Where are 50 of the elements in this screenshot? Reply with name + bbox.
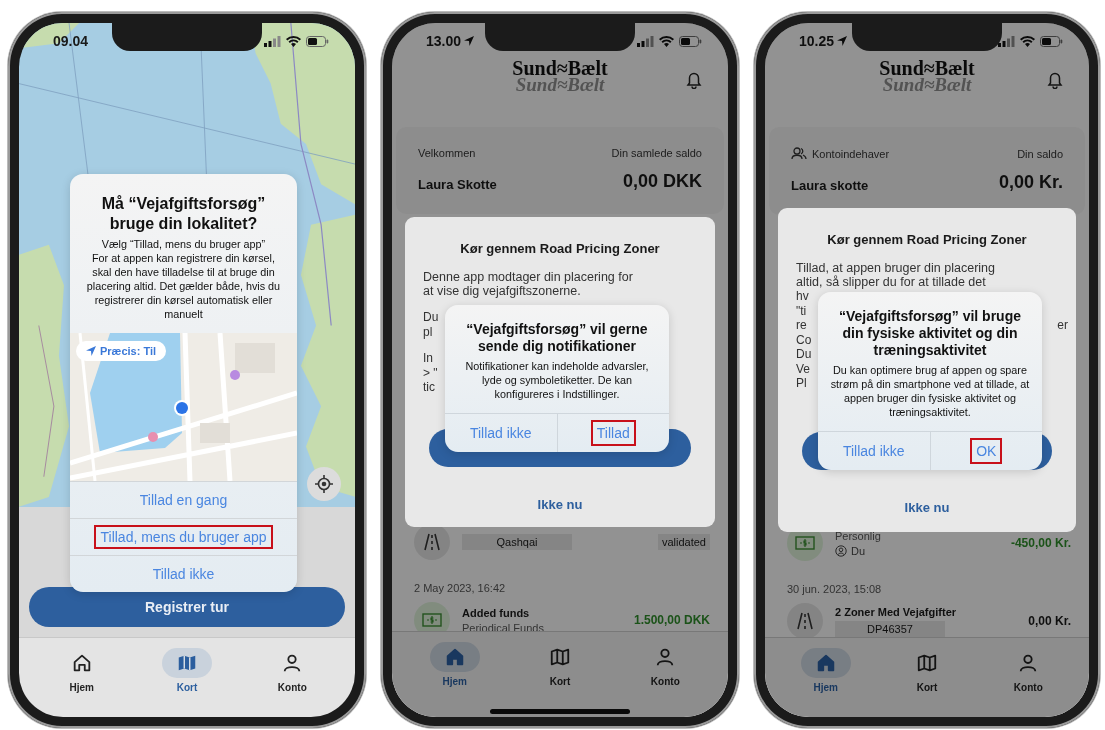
sheet-title: Kør gennem Road Pricing Zoner: [826, 232, 1028, 247]
transaction-title: Added funds: [462, 606, 530, 619]
sheet-text: at vise dig vejafgiftszonerne.: [423, 284, 582, 298]
sheet-text: Denne app modtager din placering for: [423, 270, 634, 284]
sheet-text: hv: [796, 289, 809, 304]
transaction-amount: 0,00 Kr.: [1028, 614, 1071, 628]
vehicle-tag: Qashqai: [462, 534, 572, 550]
person-name: Du: [851, 544, 866, 557]
transaction-amount: -450,00 Kr.: [1010, 536, 1071, 550]
alert-title: “Vejafgiftsforsøg” vil bruge din fysiske aktivitet og din træningsaktivitet: [838, 307, 1022, 361]
account-name: Laura Skotte: [418, 177, 498, 192]
account-label: Kontoindehaver: [812, 147, 890, 160]
alert-title: “Vejafgiftsforsøg” vil gerne sende dig notifikationer: [465, 320, 649, 357]
sheet-text: pl: [423, 324, 433, 339]
sheet-text: Co: [796, 332, 812, 347]
transaction-subtitle: Periodical Funds: [462, 621, 544, 631]
transaction-subtitle: Personlig: [835, 529, 881, 542]
sheet-text: Ve: [796, 361, 810, 376]
logo-reflection: Sund≈Bælt: [515, 77, 605, 93]
alert-message: Notifikationer kan indeholde advarsler, lyde og symboletiketter. De kan konfigureres i Indstillinger.: [464, 359, 650, 403]
sheet-text: tic: [423, 380, 435, 395]
sheet-text: Du: [423, 310, 439, 325]
status-tag: validated: [657, 534, 710, 550]
balance-amount: 0,00 Kr.: [998, 172, 1063, 193]
sheet-text: Tillad, at appen bruger din placering: [796, 261, 996, 275]
sheet-text: Du: [796, 347, 812, 362]
alert-message: Du kan optimere brug af appen og spare strøm på din smartphone ved at tillade, at appen bruger din fysiske aktivitet og træningsaktivitet.: [829, 363, 1031, 421]
sheet-text: altid, så slipper du for at tillade det: [796, 275, 987, 289]
logo-reflection: Sund≈Bælt: [882, 77, 972, 93]
balance-amount: 0,00 DKK: [622, 171, 702, 192]
balance-label: Din samlede saldo: [611, 147, 702, 159]
account-label: Velkommen: [418, 147, 476, 159]
transaction-date: 2 May 2023, 16:42: [414, 582, 507, 594]
sheet-text: Pl: [796, 376, 807, 391]
transaction-date: 30 jun. 2023, 15:08: [787, 583, 883, 595]
sheet-text: In: [423, 351, 433, 366]
logo-text: Sund≈Bælt: [879, 59, 975, 77]
status-time: 13.00: [426, 33, 462, 49]
sheet-text: > ": [423, 365, 438, 380]
sheet-text: er: [1057, 318, 1068, 333]
status-time: 10.25: [799, 33, 835, 49]
transaction-title: 2 Zoner Med Vejafgifter: [835, 605, 957, 618]
account-name: Laura skotte: [791, 178, 870, 193]
sheet-text: "ti: [796, 303, 807, 318]
vehicle-tag: DP46357: [835, 620, 945, 637]
transaction-amount: 1.500,00 DKK: [633, 613, 710, 627]
sheet-text: re: [796, 318, 807, 333]
balance-label: Din saldo: [1017, 147, 1063, 160]
logo-text: Sund≈Bælt: [512, 59, 608, 77]
sheet-title: Kør gennem Road Pricing Zoner: [459, 241, 661, 256]
